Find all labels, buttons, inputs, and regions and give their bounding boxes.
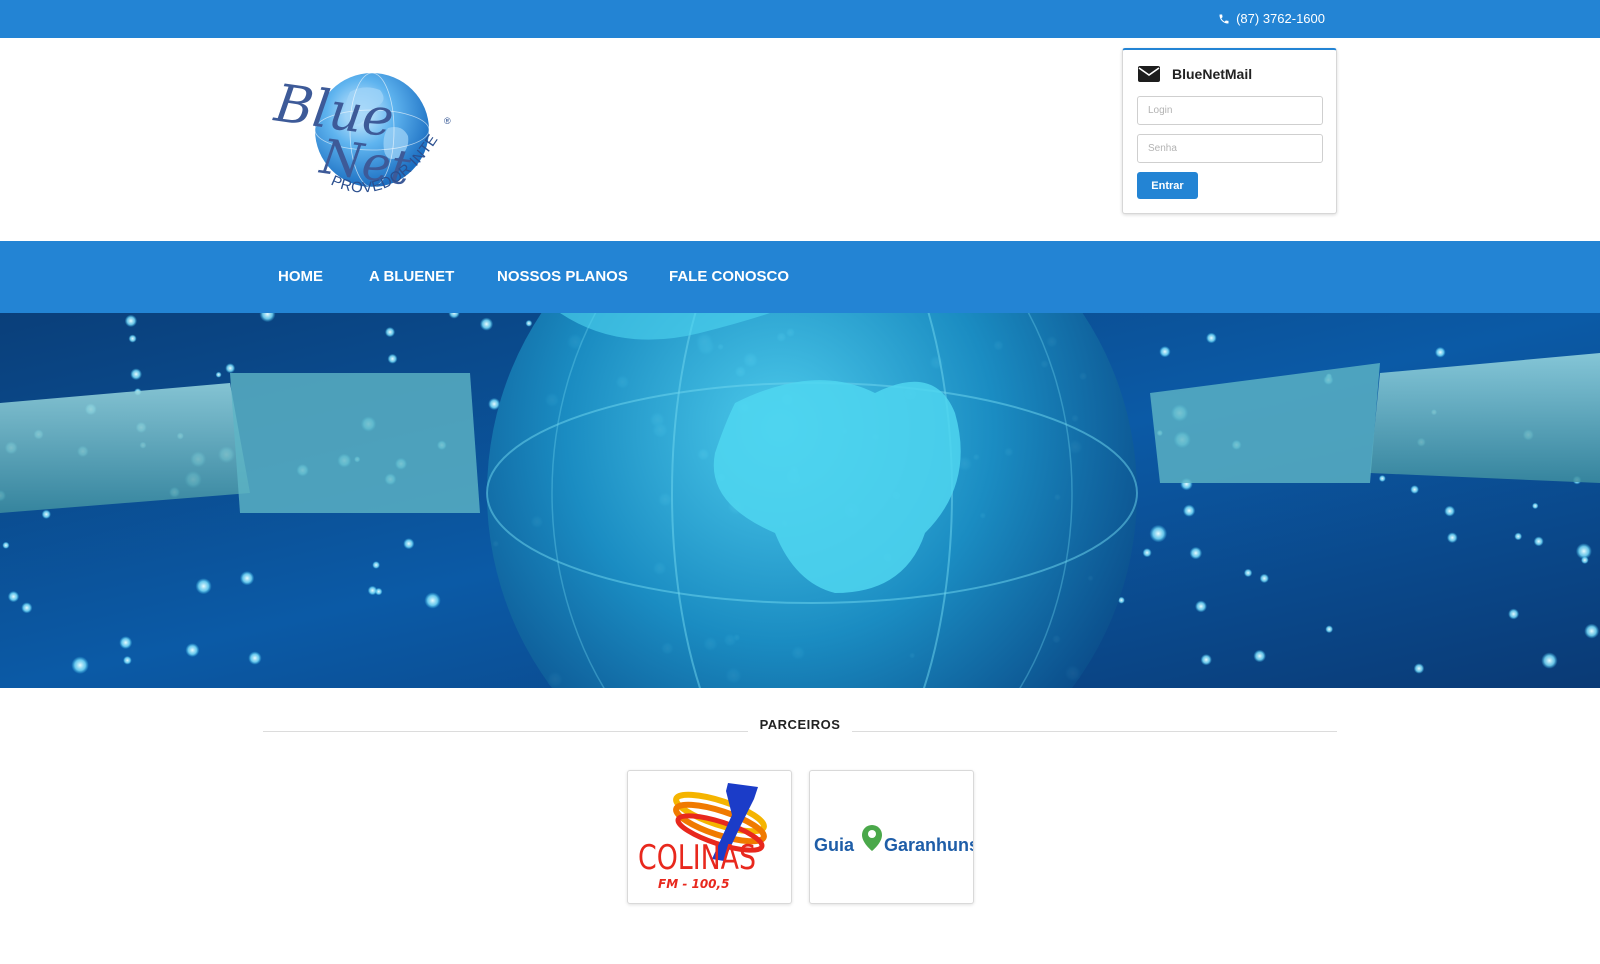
fiber-light-dot xyxy=(1378,475,1386,482)
hero-globe-network-image xyxy=(0,313,1600,688)
fiber-light-dot xyxy=(1410,485,1419,494)
main-nav: HOME A BLUENET NOSSOS PLANOS FALE CONOSC… xyxy=(0,241,1600,313)
fiber-light-dot xyxy=(1434,346,1446,358)
fiber-light-dot xyxy=(1149,524,1168,543)
top-bar: (87) 3762-1600 xyxy=(0,0,1600,38)
fiber-light-dot xyxy=(130,368,143,381)
fiber-light-dot xyxy=(479,317,494,331)
fiber-light-dot xyxy=(123,655,132,665)
fiber-light-dot xyxy=(1444,505,1456,517)
fiber-light-dot xyxy=(128,334,137,343)
fiber-light-dot xyxy=(1541,652,1558,669)
fiber-light-dot xyxy=(1259,573,1270,584)
phone-number: (87) 3762-1600 xyxy=(1236,11,1325,26)
fiber-light-dot xyxy=(1195,600,1207,613)
fiber-light-dot xyxy=(525,319,533,327)
fiber-light-dot xyxy=(387,353,398,364)
fiber-light-dot xyxy=(124,314,138,328)
password-input[interactable] xyxy=(1137,134,1323,163)
colinas-frequency: FM - 100,5 xyxy=(658,877,729,891)
fiber-light-dot xyxy=(195,578,212,595)
fiber-light-dot xyxy=(1159,346,1171,358)
partners-divider-right xyxy=(852,731,1337,732)
nav-item-home[interactable]: HOME xyxy=(278,268,323,285)
fiber-light-dot xyxy=(1413,663,1425,674)
partners-title: PARCEIROS xyxy=(759,717,841,732)
fiber-light-dot xyxy=(1325,625,1334,634)
envelope-icon xyxy=(1138,66,1160,82)
partner-guia-garanhuns[interactable]: Guia Garanhuns xyxy=(809,770,979,904)
fiber-light-dot xyxy=(1514,532,1523,541)
fiber-light-dot xyxy=(21,602,33,614)
phone-contact[interactable]: (87) 3762-1600 xyxy=(1218,11,1325,26)
fiber-light-dot xyxy=(1253,649,1266,663)
fiber-light-dot xyxy=(1243,568,1253,578)
bluenet-logo[interactable]: Blue Net PROVEDOR INTERNET ® xyxy=(270,66,460,216)
fiber-light-dot xyxy=(384,327,396,338)
fiber-light-dot xyxy=(1580,556,1589,564)
fiber-light-dot xyxy=(239,571,255,586)
fiber-light-dot xyxy=(1584,623,1600,639)
fiber-light-dot xyxy=(1189,546,1203,560)
fiber-light-dot xyxy=(248,651,262,665)
nav-item-nossos-planos[interactable]: NOSSOS PLANOS xyxy=(497,268,628,285)
fiber-light-dot xyxy=(1182,504,1196,517)
colinas-fm-logo: COLINAS FM - 100,5 xyxy=(638,783,767,891)
partner-colinas-fm[interactable]: COLINAS FM - 100,5 xyxy=(627,770,792,904)
fiber-light-dot xyxy=(41,509,51,519)
header: Blue Net PROVEDOR INTERNET ® BlueNetMail… xyxy=(0,38,1600,241)
fiber-light-dot xyxy=(1200,654,1212,666)
fiber-light-dot xyxy=(215,371,222,378)
fiber-light-dot xyxy=(1446,532,1458,544)
fiber-light-dot xyxy=(367,585,378,596)
fiber-light-dot xyxy=(1508,608,1520,620)
webmail-title-text: BlueNetMail xyxy=(1172,66,1253,82)
hero-banner xyxy=(0,313,1600,688)
webmail-title: BlueNetMail xyxy=(1138,66,1252,82)
fiber-light-dot xyxy=(424,592,441,609)
webmail-login-panel: BlueNetMail Entrar xyxy=(1122,48,1337,214)
fiber-light-dot xyxy=(225,363,236,374)
fiber-light-dot xyxy=(1206,332,1217,344)
fiber-light-dot xyxy=(71,656,89,674)
fiber-light-dot xyxy=(185,643,200,658)
fiber-light-dot xyxy=(7,590,20,603)
colinas-name: COLINAS xyxy=(638,838,756,878)
partners-section-header: PARCEIROS xyxy=(263,715,1337,735)
fiber-light-dot xyxy=(1532,502,1539,510)
nav-item-a-bluenet[interactable]: A BLUENET xyxy=(369,268,454,285)
fiber-light-dot xyxy=(2,541,10,549)
fiber-light-dot xyxy=(403,538,415,550)
fiber-light-dot xyxy=(372,561,380,569)
fiber-light-dot xyxy=(119,636,133,650)
garanhuns-text: Garanhuns xyxy=(884,835,973,855)
guia-text: Guia xyxy=(814,835,855,855)
fiber-light-dot xyxy=(1533,536,1544,547)
nav-item-fale-conosco[interactable]: FALE CONOSCO xyxy=(669,268,789,285)
fiber-light-dot xyxy=(1142,548,1152,558)
phone-icon xyxy=(1219,14,1229,23)
enter-button[interactable]: Entrar xyxy=(1137,172,1198,199)
guia-garanhuns-logo: Guia Garanhuns xyxy=(814,825,979,855)
logo-registered: ® xyxy=(444,116,451,126)
login-input[interactable] xyxy=(1137,96,1323,125)
